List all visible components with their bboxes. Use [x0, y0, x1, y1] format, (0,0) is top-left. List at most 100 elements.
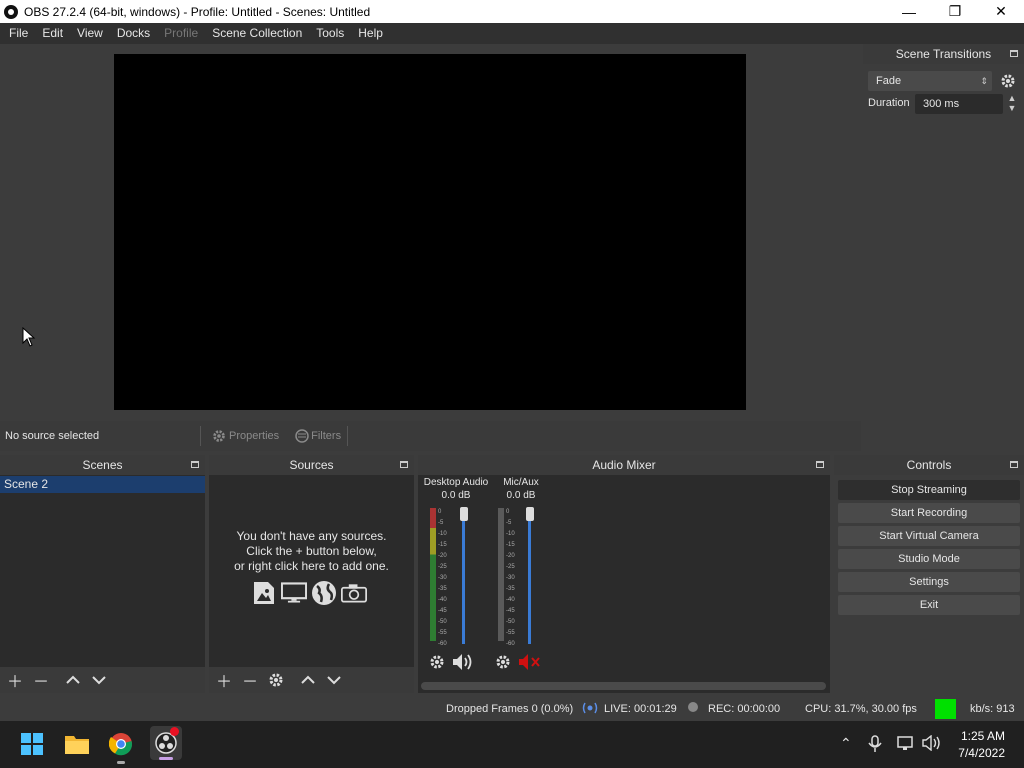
updown-arrow-icon: ⇕: [980, 76, 988, 86]
obs-logo-icon: [4, 4, 18, 19]
menu-scene-collection[interactable]: Scene Collection: [205, 23, 309, 44]
transition-select-value: Fade: [876, 75, 902, 87]
divider: [200, 426, 201, 446]
volume-fader-handle[interactable]: [526, 507, 534, 521]
filter-icon: [295, 429, 309, 443]
menu-docks[interactable]: Docks: [110, 23, 157, 44]
windows-logo-icon: [21, 733, 43, 755]
move-scene-up-button[interactable]: [62, 669, 84, 691]
audio-mixer-header: Audio Mixer: [418, 455, 830, 475]
chevron-up-icon: [66, 675, 80, 684]
close-button[interactable]: ✕: [978, 0, 1024, 23]
settings-button[interactable]: Settings: [838, 572, 1020, 592]
minimize-button[interactable]: —: [886, 0, 932, 23]
filters-button[interactable]: Filters: [289, 425, 347, 447]
controls-title: Controls: [906, 458, 952, 472]
chevron-up-icon[interactable]: ⌃: [840, 735, 852, 752]
channel-name: Mic/Aux: [503, 477, 539, 488]
add-scene-button[interactable]: ＋: [4, 669, 26, 691]
channel-settings-button[interactable]: [428, 653, 446, 674]
remove-source-button[interactable]: －: [239, 669, 261, 691]
exit-button[interactable]: Exit: [838, 595, 1020, 615]
active-indicator: [159, 757, 173, 760]
volume-meter-fill: [430, 508, 436, 641]
start-button[interactable]: [17, 729, 47, 759]
scenes-title: Scenes: [82, 458, 123, 472]
duration-label: Duration: [868, 97, 910, 109]
undock-icon[interactable]: [400, 461, 408, 468]
studio-mode-button[interactable]: Studio Mode: [838, 549, 1020, 569]
transition-select[interactable]: Fade ⇕: [868, 71, 992, 91]
transition-settings-button[interactable]: [997, 71, 1019, 91]
chevron-down-icon: [327, 676, 341, 685]
duration-spinner[interactable]: ▲ ▼: [1005, 93, 1019, 115]
menu-edit[interactable]: Edit: [35, 23, 70, 44]
move-source-down-button[interactable]: [323, 669, 345, 691]
mute-button[interactable]: [452, 653, 474, 674]
undock-icon[interactable]: [816, 461, 824, 468]
recording-badge: [170, 727, 179, 736]
mixer-horizontal-scrollbar[interactable]: [421, 682, 826, 690]
volume-meter: [498, 508, 504, 641]
channel-controls: [494, 653, 544, 674]
microphone-icon[interactable]: [868, 735, 882, 756]
channel-settings-button[interactable]: [494, 653, 512, 674]
volume-icon[interactable]: [922, 734, 942, 754]
cpu-fps: CPU: 31.7%, 30.00 fps: [805, 703, 917, 715]
menu-profile: Profile: [164, 26, 199, 40]
source-properties-button[interactable]: [265, 669, 287, 691]
start-virtual-camera-button[interactable]: Start Virtual Camera: [838, 526, 1020, 546]
volume-meter-fill: [498, 508, 504, 641]
no-source-label: No source selected: [5, 430, 100, 442]
bitrate: kb/s: 913: [970, 703, 1015, 715]
menu-file[interactable]: File: [2, 23, 35, 44]
channel-db: 0.0 dB: [506, 490, 536, 501]
preview-canvas[interactable]: [114, 54, 746, 410]
maximize-button[interactable]: ❐: [932, 0, 978, 23]
move-source-up-button[interactable]: [297, 669, 319, 691]
volume-fader-handle[interactable]: [460, 507, 468, 521]
duration-input[interactable]: 300 ms: [915, 94, 1003, 114]
move-scene-down-button[interactable]: [88, 669, 110, 691]
menu-view[interactable]: View: [70, 23, 110, 44]
taskbar: ⌃ 1:25 AM 7/4/2022: [0, 721, 1024, 768]
start-recording-button[interactable]: Start Recording: [838, 503, 1020, 523]
mute-button[interactable]: [518, 653, 544, 674]
gear-icon: [213, 430, 225, 442]
sources-dock[interactable]: Sources You don't have any sources. Clic…: [209, 455, 414, 693]
scenes-header: Scenes: [0, 455, 205, 475]
volume-scale: 0 -5 -10 -15 -20 -25 -30 -35 -40 -45 -50 -55 -60: [506, 509, 515, 647]
camera-icon: [341, 580, 367, 606]
volume-fader[interactable]: [462, 511, 465, 644]
volume-scale: 0 -5 -10 -15 -20 -25 -30 -35 -40 -45 -50 -55 -60: [438, 509, 447, 647]
chrome-icon: [109, 733, 133, 756]
speaker-muted-icon: [519, 654, 540, 670]
taskbar-clock[interactable]: 1:25 AM 7/4/2022: [958, 728, 1005, 762]
add-source-button[interactable]: ＋: [213, 669, 235, 691]
menu-tools[interactable]: Tools: [309, 23, 351, 44]
network-icon[interactable]: [897, 735, 915, 754]
rec-time: REC: 00:00:00: [708, 703, 781, 715]
remove-scene-button[interactable]: －: [30, 669, 52, 691]
menu-help[interactable]: Help: [351, 23, 390, 44]
duration-value: 300 ms: [923, 98, 960, 110]
clock-date: 7/4/2022: [958, 746, 1005, 760]
chevron-down-icon: [92, 676, 106, 685]
stop-streaming-button[interactable]: Stop Streaming: [838, 480, 1020, 500]
chrome-button[interactable]: [106, 729, 136, 764]
no-sources-message: You don't have any sources. Click the + …: [209, 529, 414, 574]
broadcast-icon: [580, 701, 600, 718]
scene-transitions-title: Scene Transitions: [895, 47, 992, 61]
undock-icon[interactable]: [1010, 50, 1018, 57]
undock-icon[interactable]: [1010, 461, 1018, 468]
undock-icon[interactable]: [191, 461, 199, 468]
volume-fader[interactable]: [528, 511, 531, 644]
scene-list-item[interactable]: Scene 2: [0, 476, 205, 493]
source-type-icons: [251, 580, 367, 606]
properties-button[interactable]: Properties: [205, 425, 285, 447]
controls-header: Controls: [834, 455, 1024, 475]
properties-label: Properties: [229, 430, 280, 442]
obs-taskbar-button[interactable]: [150, 726, 182, 760]
image-icon: [251, 580, 277, 606]
file-explorer-button[interactable]: [62, 729, 92, 759]
